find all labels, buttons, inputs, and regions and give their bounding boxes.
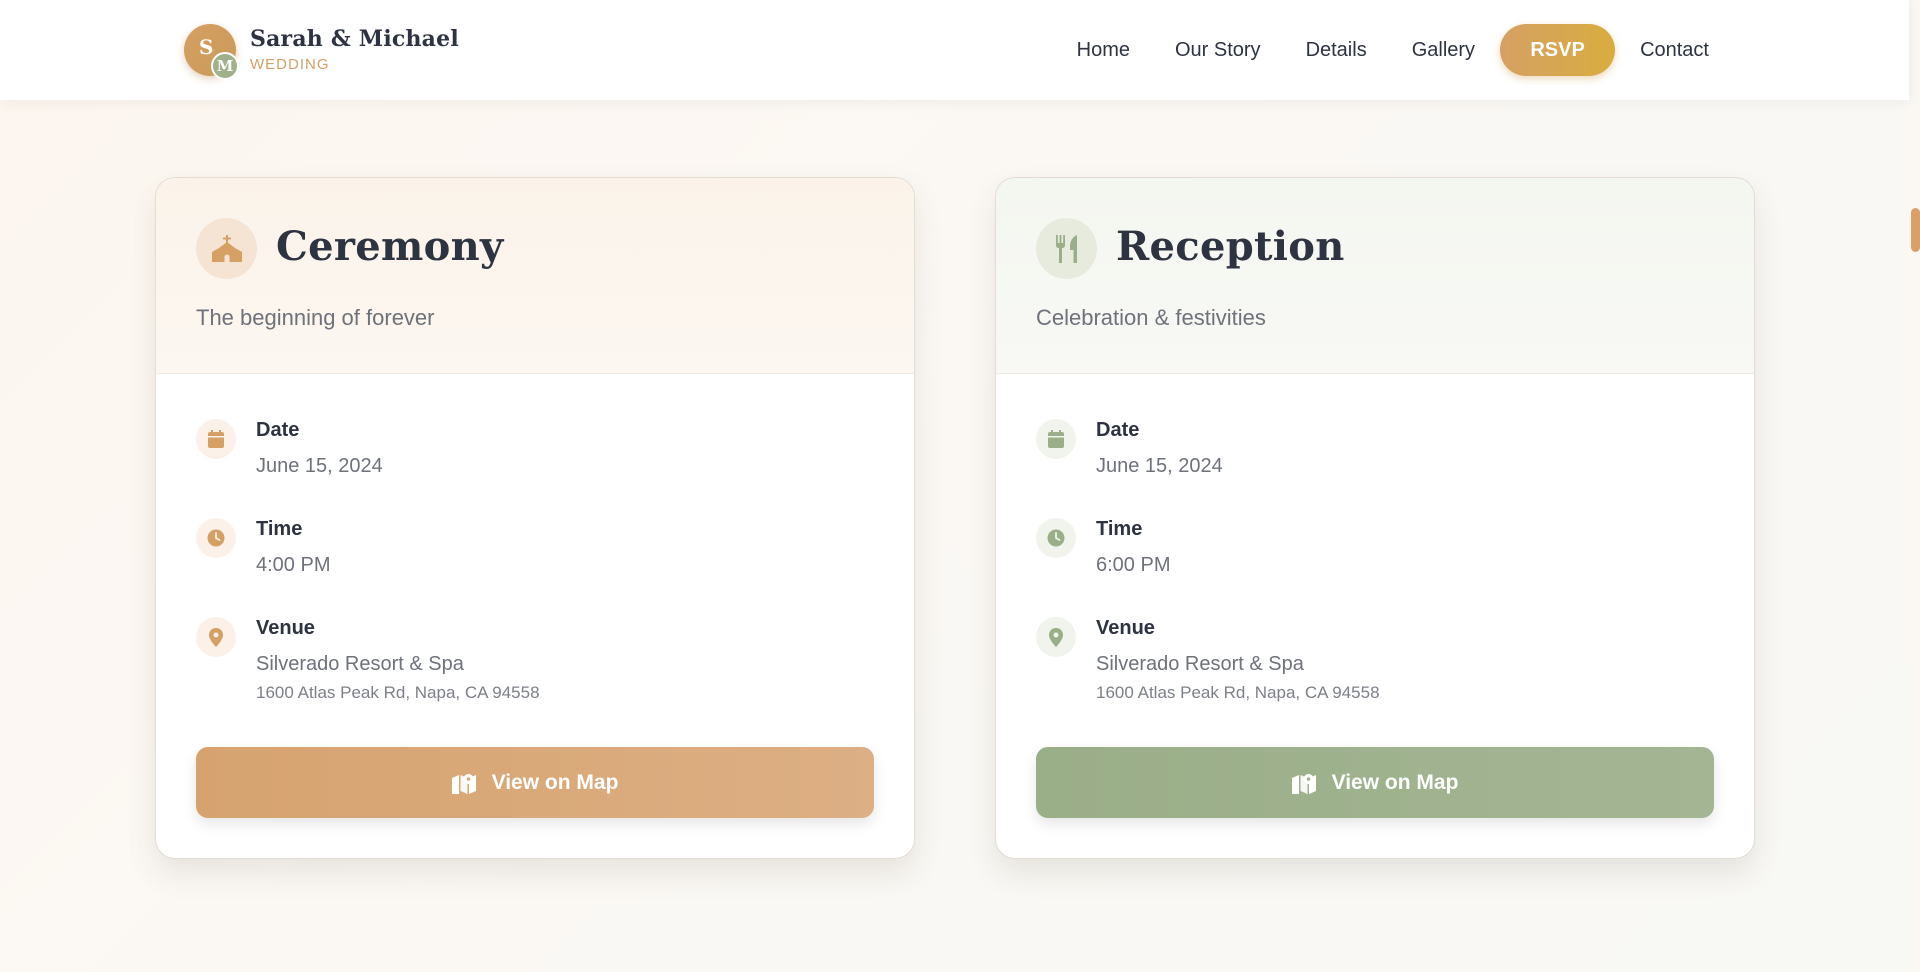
brand-name: Sarah & Michael bbox=[250, 26, 459, 53]
detail-value: June 15, 2024 bbox=[256, 455, 383, 477]
brand-logo[interactable]: S M Sarah & Michael WEDDING bbox=[184, 24, 459, 80]
map-pin-icon bbox=[1036, 617, 1076, 657]
monogram-circle-m: M bbox=[211, 52, 239, 80]
card-subtitle: Celebration & festivities bbox=[1036, 305, 1266, 330]
church-icon bbox=[196, 218, 257, 279]
view-on-map-button[interactable]: View on Map bbox=[1036, 747, 1714, 818]
map-icon bbox=[1291, 772, 1316, 794]
monogram-letter-m: M bbox=[216, 56, 234, 75]
reception-card-header: Reception Celebration & festivities bbox=[996, 178, 1754, 374]
utensils-icon bbox=[1036, 218, 1097, 279]
detail-label: Date bbox=[256, 419, 300, 441]
map-pin-icon bbox=[196, 617, 236, 657]
detail-label: Time bbox=[256, 518, 303, 540]
detail-label: Date bbox=[1096, 419, 1140, 441]
reception-card: Reception Celebration & festivities Date… bbox=[995, 177, 1755, 859]
ceremony-card-header: Ceremony The beginning of forever bbox=[156, 178, 914, 374]
venue-name: Silverado Resort & Spa bbox=[256, 653, 464, 675]
brand-subtitle: WEDDING bbox=[250, 55, 330, 73]
button-label: View on Map bbox=[1331, 770, 1459, 794]
view-on-map-button[interactable]: View on Map bbox=[196, 747, 874, 818]
ceremony-card: Ceremony The beginning of forever Date J… bbox=[155, 177, 915, 859]
detail-label: Time bbox=[1096, 518, 1143, 540]
nav-rsvp-button[interactable]: RSVP bbox=[1500, 24, 1616, 76]
venue-address: 1600 Atlas Peak Rd, Napa, CA 94558 bbox=[1096, 683, 1380, 702]
calendar-icon bbox=[196, 419, 236, 459]
scrollbar-thumb[interactable] bbox=[1911, 208, 1920, 252]
nav-details[interactable]: Details bbox=[1306, 39, 1367, 62]
clock-icon bbox=[1036, 518, 1076, 558]
nav-gallery[interactable]: Gallery bbox=[1412, 39, 1475, 62]
detail-label: Venue bbox=[1096, 617, 1155, 639]
nav-home[interactable]: Home bbox=[1077, 39, 1130, 62]
card-title: Reception bbox=[1116, 223, 1345, 270]
venue-name: Silverado Resort & Spa bbox=[1096, 653, 1304, 675]
page-scrollbar[interactable] bbox=[1909, 0, 1920, 972]
map-icon bbox=[451, 772, 476, 794]
monogram-letter-s: S bbox=[199, 35, 214, 59]
detail-label: Venue bbox=[256, 617, 315, 639]
card-title: Ceremony bbox=[276, 223, 504, 270]
main-nav: Home Our Story Details Gallery RSVP Cont… bbox=[1077, 24, 1709, 76]
nav-contact[interactable]: Contact bbox=[1640, 39, 1709, 62]
nav-our-story[interactable]: Our Story bbox=[1175, 39, 1261, 62]
detail-value: 4:00 PM bbox=[256, 554, 331, 576]
calendar-icon bbox=[1036, 419, 1076, 459]
site-header: S M Sarah & Michael WEDDING Home Our Sto… bbox=[0, 0, 1909, 100]
detail-value: June 15, 2024 bbox=[1096, 455, 1223, 477]
brand-text: Sarah & Michael WEDDING bbox=[250, 27, 459, 72]
button-label: View on Map bbox=[491, 770, 619, 794]
venue-address: 1600 Atlas Peak Rd, Napa, CA 94558 bbox=[256, 683, 540, 702]
detail-value: 6:00 PM bbox=[1096, 554, 1171, 576]
card-subtitle: The beginning of forever bbox=[196, 305, 435, 330]
clock-icon bbox=[196, 518, 236, 558]
monogram-badge: S M bbox=[184, 24, 239, 80]
